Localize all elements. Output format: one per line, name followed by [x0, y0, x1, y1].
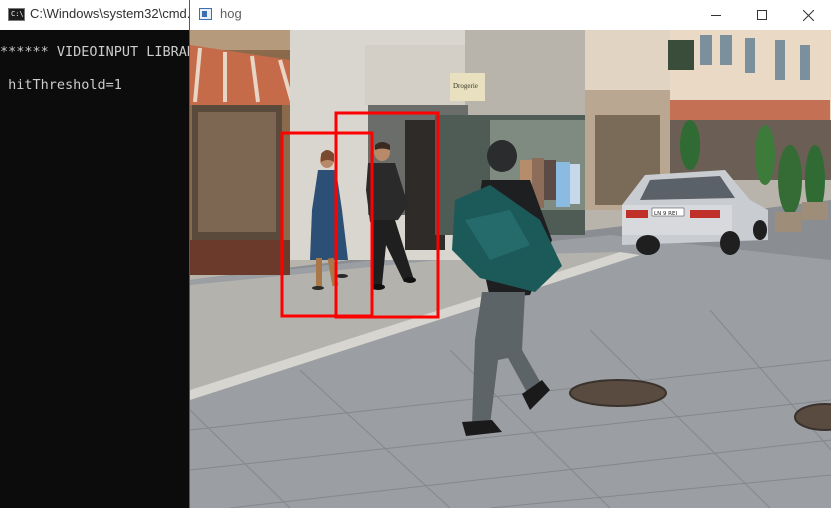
minimize-button[interactable]	[693, 0, 739, 30]
store-sign: Drogerie	[453, 82, 478, 90]
hog-titlebar[interactable]: hog	[190, 0, 831, 30]
console-line: ****** VIDEOINPUT LIBRARY	[0, 44, 190, 60]
close-button[interactable]	[785, 0, 831, 30]
console-title: C:\Windows\system32\cmd.exe	[30, 6, 212, 21]
image-window-icon	[199, 8, 212, 20]
hog-image-canvas[interactable]: Drogerie LN 9 REI	[190, 30, 831, 508]
cmd-icon: C:\	[8, 8, 25, 21]
console-output[interactable]: ****** VIDEOINPUT LIBRARY hitThreshold=1	[0, 30, 190, 508]
console-line: hitThreshold=1	[0, 77, 122, 93]
close-icon	[802, 9, 814, 21]
hog-title: hog	[220, 6, 242, 21]
minimize-icon	[711, 15, 721, 16]
hog-window: hog Drogerie LN 9 REI	[190, 0, 831, 508]
car-plate: LN 9 REI	[654, 211, 677, 217]
street-scene-image: Drogerie LN 9 REI	[190, 30, 831, 508]
manhole	[569, 379, 667, 407]
maximize-icon	[757, 10, 767, 20]
maximize-button[interactable]	[739, 0, 785, 30]
